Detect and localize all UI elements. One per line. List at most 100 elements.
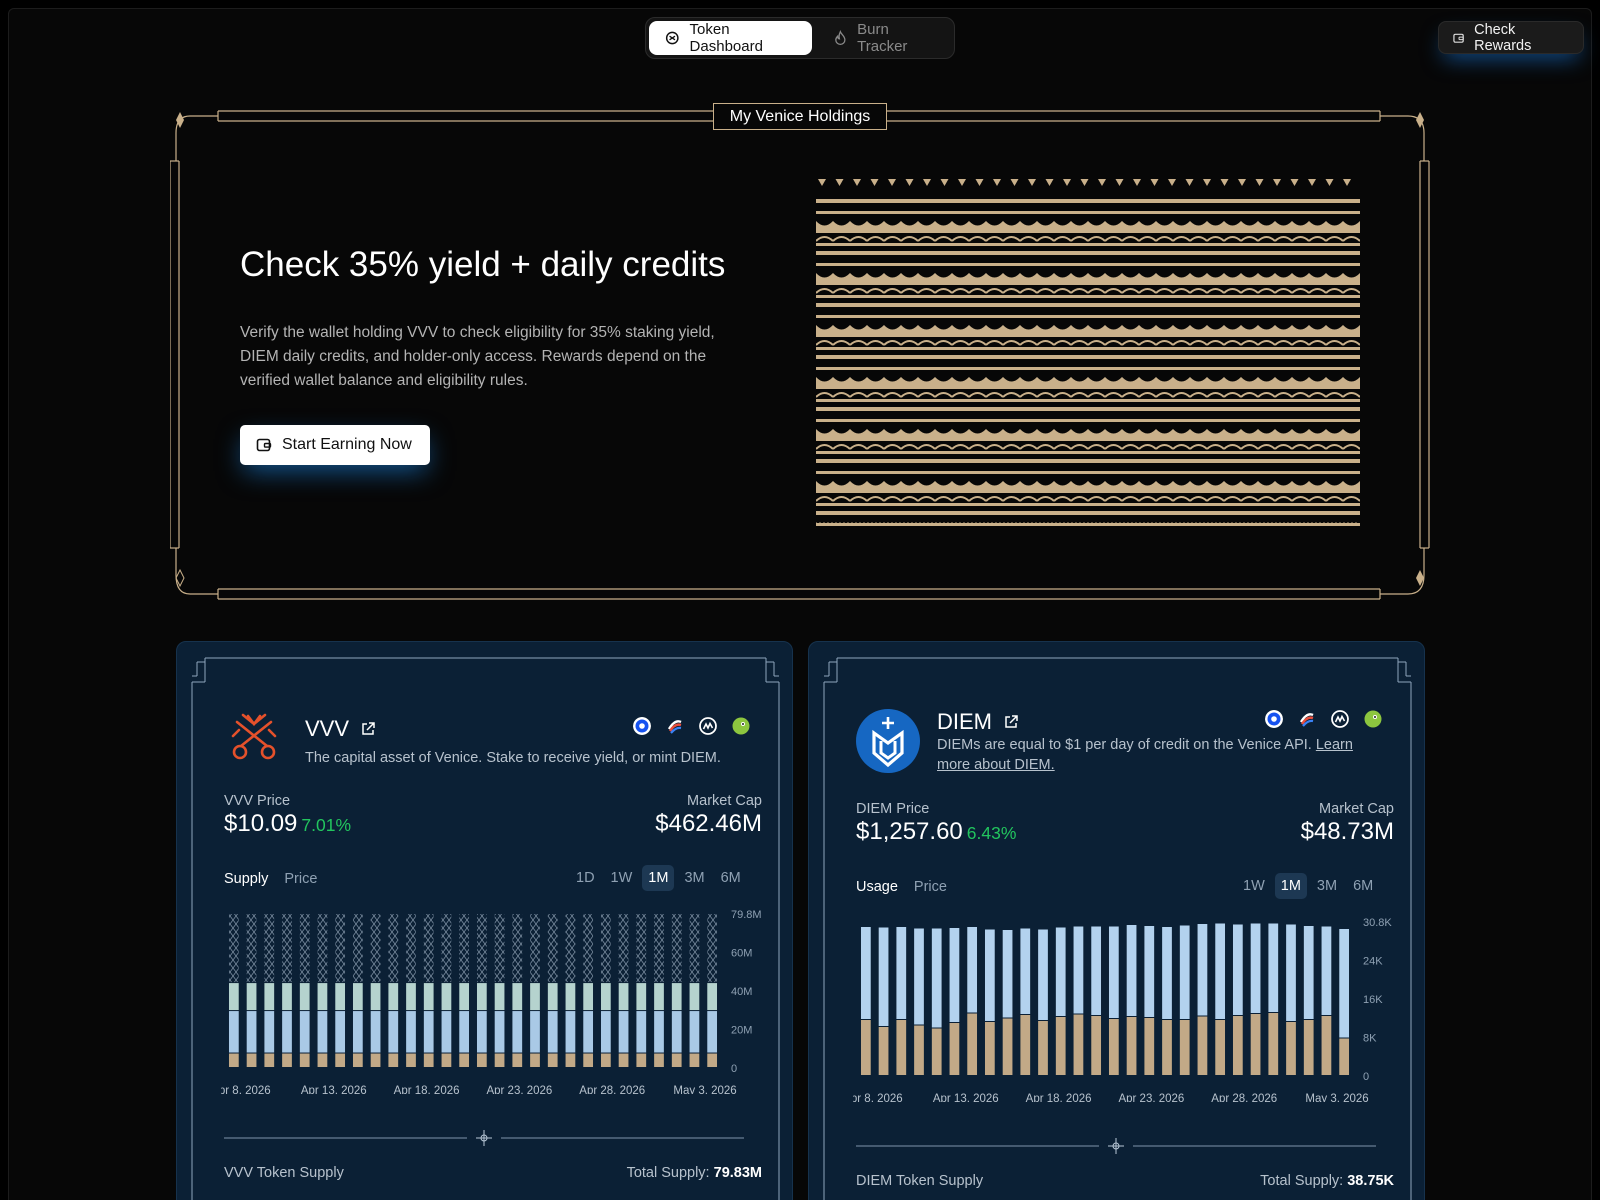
bar-segment — [299, 1053, 310, 1067]
x-tick-label: May 3, 2026 — [1305, 1093, 1368, 1102]
dashboard-icon — [665, 31, 679, 45]
tab-usage[interactable]: Usage — [856, 879, 898, 895]
bar-segment — [565, 914, 576, 983]
tab-price[interactable]: Price — [914, 879, 947, 895]
bar-segment — [335, 1011, 346, 1053]
bar-segment — [878, 1027, 889, 1075]
coinmarketcap-icon[interactable] — [1331, 710, 1349, 728]
coingecko-icon[interactable] — [732, 717, 750, 735]
diem-supply-label: DIEM Token Supply — [856, 1173, 984, 1189]
bar-segment — [512, 983, 523, 1011]
bar-segment — [228, 983, 239, 1011]
diem-description-text: DIEMs are equal to $1 per day of credit … — [937, 737, 1312, 753]
bar-segment — [423, 983, 434, 1011]
start-earning-button[interactable]: Start Earning Now — [240, 425, 430, 465]
coingecko-icon[interactable] — [1364, 710, 1382, 728]
tab-burn-tracker[interactable]: Burn Tracker — [818, 21, 951, 55]
bar-segment — [228, 1011, 239, 1053]
external-link-icon[interactable] — [1004, 715, 1018, 729]
range-3m[interactable]: 3M — [678, 865, 710, 891]
bar-segment — [352, 1011, 363, 1053]
bar-segment — [317, 914, 328, 983]
coinmarketcap-icon[interactable] — [699, 717, 717, 735]
view-switcher: Token Dashboard Burn Tracker — [645, 17, 955, 59]
diem-name: DIEM — [937, 709, 992, 734]
bar-segment — [1179, 1020, 1190, 1075]
bar-segment — [246, 1011, 257, 1053]
vvv-name: VVV — [305, 716, 350, 741]
range-1m[interactable]: 1M — [1274, 873, 1307, 899]
bar-segment — [984, 1022, 995, 1075]
x-tick-label: Apr 18, 2026 — [394, 1085, 460, 1094]
section-divider — [224, 1130, 744, 1146]
bar-segment — [246, 1053, 257, 1067]
tab-token-dashboard[interactable]: Token Dashboard — [649, 21, 813, 55]
vvv-supply-chart: 0 20M 40M 60M 79.8M Apr 8, 2026 Apr 13, 2026 Ap… — [221, 909, 762, 1094]
bar-segment — [1126, 1017, 1137, 1075]
y-tick-label: 8K — [1363, 1033, 1377, 1045]
y-tick-label: 24K — [1363, 956, 1383, 968]
bar-segment — [1268, 923, 1279, 1012]
range-6m[interactable]: 6M — [1347, 873, 1379, 899]
bar-segment — [388, 914, 399, 983]
bar-segment — [618, 1053, 629, 1067]
bar-segment — [370, 914, 381, 983]
diem-range-selector: 1W 1M 3M 6M — [1237, 873, 1379, 899]
x-tick-label: Apr 28, 2026 — [579, 1085, 645, 1094]
bar-segment — [600, 983, 611, 1011]
vvv-total-supply: Total Supply: 79.83M — [512, 1165, 762, 1181]
x-tick-label: Apr 28, 2026 — [1211, 1093, 1277, 1102]
bar-segment — [1286, 924, 1296, 1021]
range-1w[interactable]: 1W — [605, 865, 639, 891]
coinbase-icon[interactable] — [1265, 710, 1283, 728]
diem-price: $1,257.60 6.43% — [856, 818, 1016, 846]
bar-segment — [707, 1053, 718, 1067]
y-tick-label: 60M — [731, 948, 752, 960]
diem-usage-chart: 0 8K 16K 24K 30.8K Apr 8, 2026 Apr 13, 2026 Apr… — [853, 917, 1392, 1102]
bar-segment — [352, 983, 363, 1011]
diem-price-change: 6.43% — [966, 823, 1017, 843]
range-1m[interactable]: 1M — [642, 865, 675, 891]
diem-total-supply: Total Supply: 38.75K — [1144, 1173, 1394, 1189]
bar-segment — [1250, 923, 1261, 1013]
bar-segment — [476, 1053, 487, 1067]
bar-segment — [282, 914, 292, 983]
x-tick-label: Apr 8, 2026 — [221, 1085, 271, 1094]
bar-segment — [352, 914, 363, 983]
bar-segment — [335, 914, 346, 983]
bar-segment — [335, 983, 346, 1011]
bar-segment — [317, 983, 328, 1011]
bar-segment — [860, 1020, 871, 1075]
bar-segment — [1197, 1016, 1208, 1075]
kraken-icon[interactable] — [1298, 710, 1316, 728]
bar-segment — [1303, 926, 1314, 1019]
range-6m[interactable]: 6M — [715, 865, 747, 891]
bar-segment — [530, 1011, 540, 1053]
external-link-icon[interactable] — [361, 722, 375, 736]
kraken-icon[interactable] — [666, 717, 684, 735]
range-1d[interactable]: 1D — [570, 865, 601, 891]
range-1w[interactable]: 1W — [1237, 873, 1271, 899]
y-tick-label: 40M — [731, 986, 752, 998]
bar-segment — [914, 1025, 924, 1075]
bar-segment — [459, 983, 470, 1011]
diem-description: DIEMs are equal to $1 per day of credit … — [937, 735, 1382, 775]
y-tick-label: 79.8M — [731, 909, 762, 921]
bar-segment — [1002, 930, 1013, 1018]
bar-segment — [949, 928, 960, 1022]
bar-segment — [984, 929, 995, 1021]
bar-segment — [618, 914, 629, 983]
bar-segment — [459, 914, 470, 983]
coinbase-icon[interactable] — [633, 717, 651, 735]
bar-segment — [547, 914, 558, 983]
tab-price[interactable]: Price — [284, 871, 317, 887]
x-tick-label: Apr 18, 2026 — [1026, 1093, 1092, 1102]
check-rewards-button[interactable]: Check Rewards — [1438, 21, 1584, 54]
range-3m[interactable]: 3M — [1311, 873, 1343, 899]
bar-segment — [406, 1053, 416, 1067]
tab-supply[interactable]: Supply — [224, 871, 268, 887]
bar-segment — [1232, 924, 1243, 1015]
bar-segment — [406, 1011, 416, 1053]
bar-segment — [878, 927, 889, 1026]
bar-segment — [671, 1011, 682, 1053]
